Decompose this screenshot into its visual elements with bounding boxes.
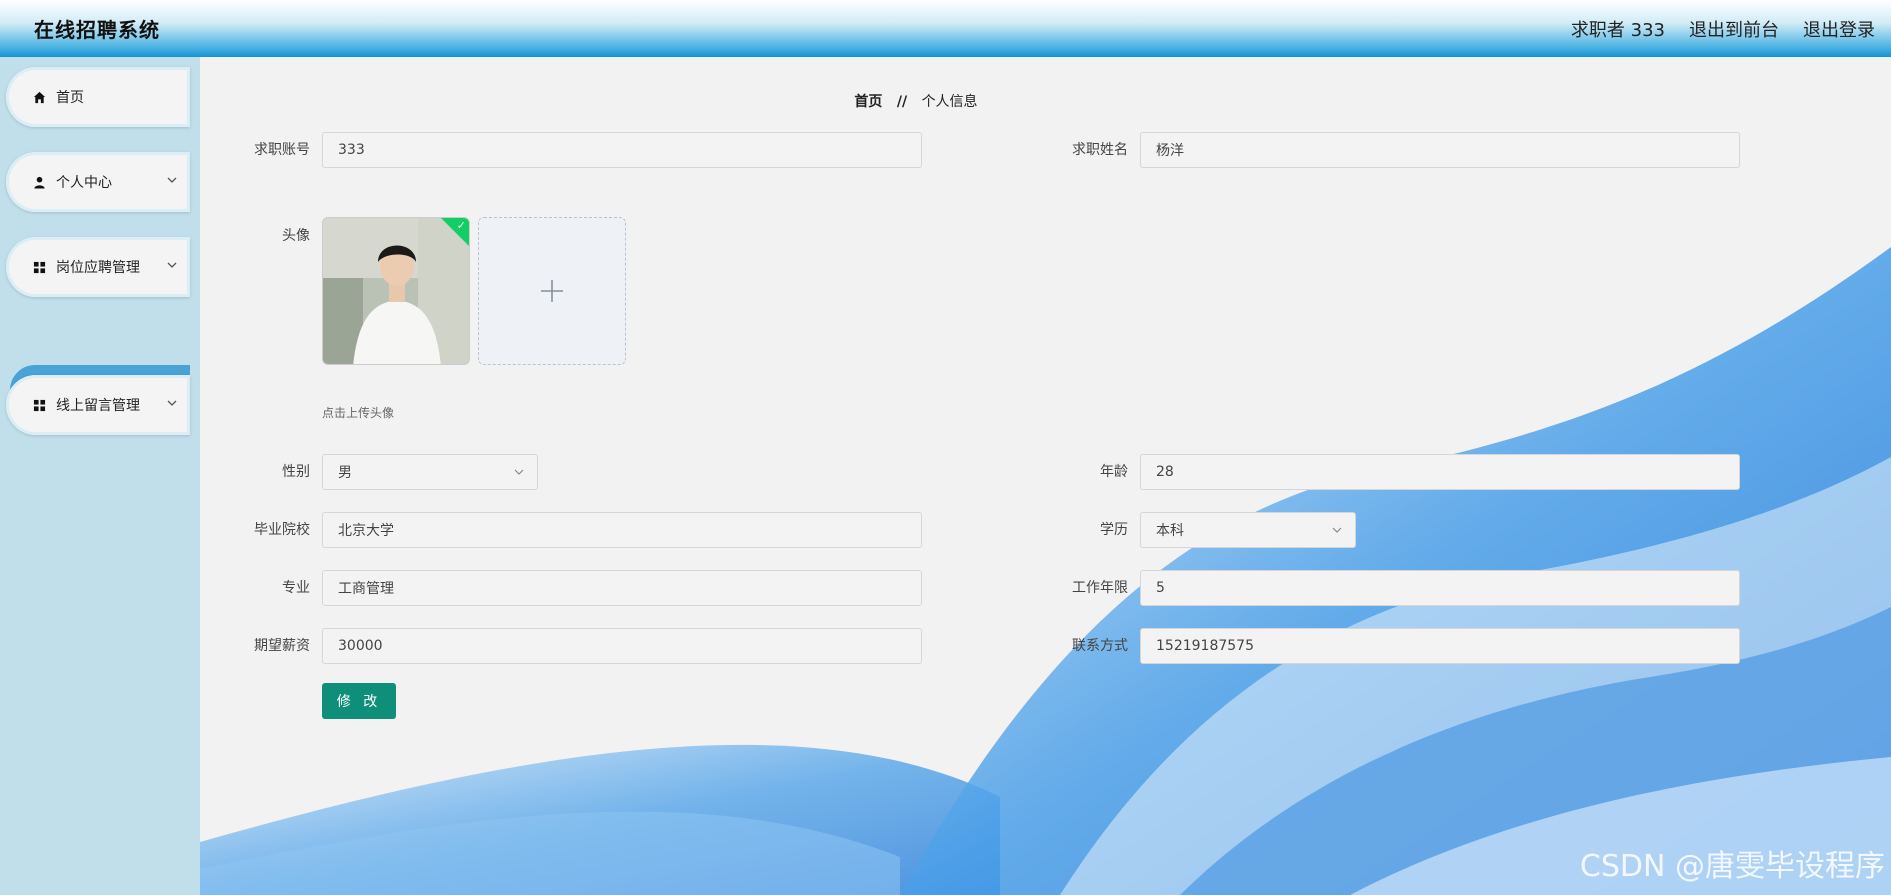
checkmark-icon: ✓	[456, 219, 466, 232]
chevron-down-icon	[166, 397, 178, 413]
chevron-down-icon	[166, 174, 178, 190]
breadcrumb-home[interactable]: 首页	[854, 94, 882, 110]
plus-icon	[541, 280, 563, 302]
gender-label: 性别	[282, 464, 310, 480]
chevron-down-icon	[1331, 524, 1343, 540]
sidebar-item-home[interactable]: 首页	[6, 67, 190, 127]
sidebar-item-label: 线上留言管理	[56, 398, 140, 414]
user-icon	[32, 175, 46, 189]
avatar-label: 头像	[282, 228, 310, 244]
update-button[interactable]: 修 改	[322, 683, 396, 719]
header-actions: 求职者 333 退出到前台 退出登录	[1571, 16, 1875, 42]
age-field[interactable]: 28	[1140, 454, 1740, 490]
sidebar-item-label: 岗位应聘管理	[56, 260, 140, 276]
name-field[interactable]: 杨洋	[1140, 132, 1740, 168]
sidebar-item-personal-center[interactable]: 个人中心	[6, 152, 190, 212]
age-label: 年龄	[1100, 464, 1128, 480]
name-label: 求职姓名	[1072, 142, 1128, 158]
contact-label: 联系方式	[1072, 638, 1128, 654]
app-title: 在线招聘系统	[34, 18, 160, 42]
education-select-value: 本科	[1156, 523, 1184, 539]
education-label: 学历	[1100, 522, 1128, 538]
gender-select-value: 男	[338, 465, 352, 481]
work-years-field[interactable]: 5	[1140, 570, 1740, 606]
gender-select[interactable]: 男	[322, 454, 538, 490]
breadcrumb-separator: //	[896, 94, 908, 110]
contact-field[interactable]: 15219187575	[1140, 628, 1740, 664]
account-label: 求职账号	[254, 142, 310, 158]
breadcrumb: 首页 // 个人信息	[200, 91, 1632, 111]
sidebar-item-online-message-management[interactable]: 线上留言管理	[6, 375, 190, 435]
chevron-down-icon	[166, 259, 178, 275]
sidebar: 首页 个人中心 岗位应聘管理 岗位应聘 线上留言管理	[0, 57, 200, 895]
chevron-down-icon	[513, 466, 525, 482]
exit-to-front-link[interactable]: 退出到前台	[1689, 16, 1779, 42]
sidebar-item-job-application-management[interactable]: 岗位应聘管理	[6, 237, 190, 297]
grid-icon	[32, 398, 46, 412]
grid-icon	[32, 260, 46, 274]
salary-field[interactable]: 30000	[322, 628, 922, 664]
education-select[interactable]: 本科	[1140, 512, 1356, 548]
watermark-text: CSDN @唐雯毕设程序	[1579, 849, 1885, 884]
avatar-image[interactable]: ✓	[322, 217, 470, 365]
avatar-upload-button[interactable]	[478, 217, 626, 365]
current-user-label[interactable]: 求职者 333	[1571, 16, 1665, 42]
salary-label: 期望薪资	[254, 638, 310, 654]
school-field[interactable]: 北京大学	[322, 512, 922, 548]
work-years-label: 工作年限	[1072, 580, 1128, 596]
major-field[interactable]: 工商管理	[322, 570, 922, 606]
upload-tip-text: 点击上传头像	[322, 406, 395, 420]
sidebar-item-label: 个人中心	[56, 175, 112, 191]
home-icon	[32, 90, 46, 104]
major-label: 专业	[282, 580, 310, 596]
school-label: 毕业院校	[254, 522, 310, 538]
breadcrumb-current: 个人信息	[921, 94, 978, 110]
sidebar-item-label: 首页	[56, 90, 84, 106]
main-content: 首页 // 个人信息 求职账号 333 求职姓名 杨洋 头像 ✓ 点击上传头像 …	[200, 57, 1891, 895]
account-field[interactable]: 333	[322, 132, 922, 168]
logout-link[interactable]: 退出登录	[1803, 16, 1875, 42]
top-header: 在线招聘系统 求职者 333 退出到前台 退出登录	[0, 0, 1891, 57]
